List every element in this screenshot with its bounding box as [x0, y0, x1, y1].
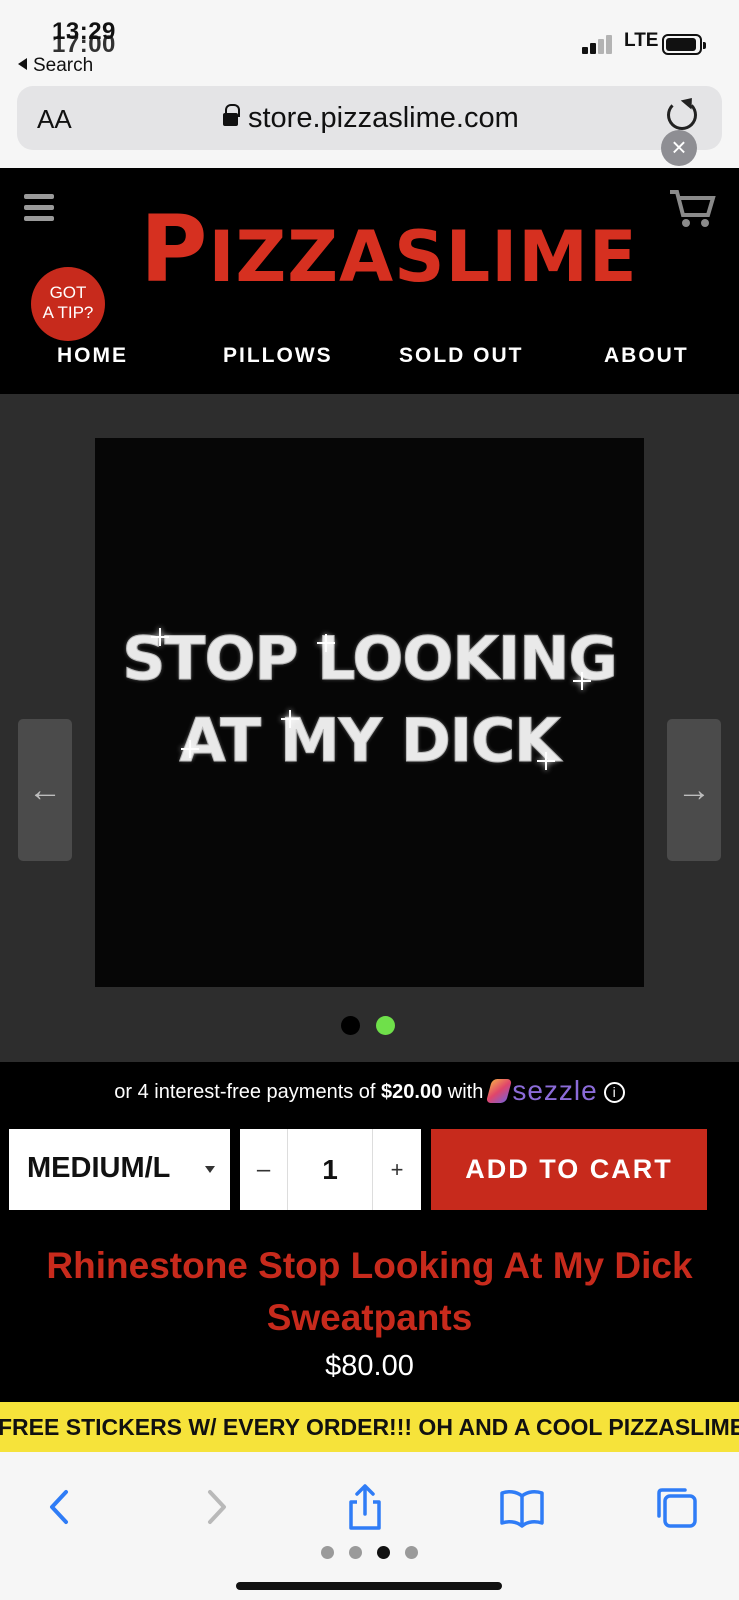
page-dot-active — [377, 1546, 390, 1559]
battery-icon — [662, 34, 706, 55]
quantity-increase-button[interactable]: + — [372, 1129, 421, 1210]
lock-icon — [223, 104, 240, 127]
cart-icon[interactable] — [668, 188, 716, 230]
home-indicator[interactable] — [236, 1582, 502, 1590]
product-image-text-line2: AT MY DICK — [179, 706, 561, 777]
back-to-search-link[interactable]: Search — [18, 55, 93, 77]
forward-icon[interactable] — [190, 1482, 240, 1532]
quantity-input[interactable]: 1 — [288, 1129, 372, 1210]
size-selected-value: MEDIUM/L — [27, 1152, 171, 1184]
product-gallery: STOP LOOKING AT MY DICK ← → — [0, 394, 739, 1062]
info-icon[interactable]: i — [603, 1082, 625, 1103]
network-type: LTE — [624, 30, 659, 51]
main-nav: HOME PILLOWS SOLD OUT ABOUT — [0, 344, 739, 380]
page-dot — [349, 1546, 362, 1559]
quantity-stepper: – 1 + — [240, 1129, 421, 1210]
share-icon[interactable] — [340, 1482, 390, 1532]
product-price: $80.00 — [325, 1350, 414, 1382]
url-text: store.pizzaslime.com — [248, 102, 519, 134]
tip-badge-line1: GOT — [49, 283, 87, 302]
add-to-cart-button[interactable]: ADD TO CART — [431, 1129, 707, 1210]
back-triangle-icon — [18, 58, 27, 70]
site-logo[interactable]: PIZZASLIME — [140, 204, 640, 298]
product-image-text-line1: STOP LOOKING — [122, 624, 618, 695]
back-icon[interactable] — [36, 1482, 86, 1532]
product-title-line1: Rhinestone Stop Looking At My Dick — [46, 1245, 693, 1286]
sparkle-icon — [281, 710, 299, 728]
gallery-prev-button[interactable]: ← — [18, 719, 72, 861]
promo-banner-text: FREE STICKERS W/ EVERY ORDER!!! OH AND A… — [0, 1414, 739, 1440]
text-size-button[interactable]: AA — [37, 104, 72, 135]
sezzle-installments: or 4 interest-free payments of $20.00 wi… — [0, 1075, 739, 1107]
sparkle-icon — [537, 752, 555, 770]
tabs-icon[interactable] — [651, 1482, 701, 1532]
sparkle-icon — [181, 740, 199, 758]
reload-icon[interactable] — [667, 100, 697, 130]
cellular-signal-icon — [582, 34, 616, 54]
menu-icon[interactable] — [24, 194, 54, 222]
nav-pillows[interactable]: PILLOWS — [223, 344, 333, 368]
nav-sold-out[interactable]: SOLD OUT — [399, 344, 524, 368]
close-icon[interactable]: × — [661, 130, 697, 166]
sparkle-icon — [151, 628, 169, 646]
got-a-tip-badge[interactable]: GOT A TIP? — [31, 267, 105, 341]
address-bar[interactable]: AA store.pizzaslime.com — [17, 86, 722, 150]
back-to-search-label: Search — [33, 55, 94, 76]
address-bar-area: AA store.pizzaslime.com — [0, 82, 739, 168]
installments-prefix: or 4 interest-free payments of — [114, 1081, 376, 1103]
installment-amount: $20.00 — [381, 1081, 443, 1103]
sparkle-icon — [317, 634, 335, 652]
url-field[interactable]: store.pizzaslime.com — [223, 102, 519, 135]
product-title: Rhinestone Stop Looking At My Dick Sweat… — [0, 1240, 739, 1344]
quantity-decrease-button[interactable]: – — [240, 1129, 288, 1210]
installments-with: with — [447, 1081, 484, 1103]
product-title-line2: Sweatpants — [266, 1297, 473, 1338]
product-image[interactable]: STOP LOOKING AT MY DICK — [95, 438, 644, 987]
gallery-dots — [0, 1016, 739, 1036]
gallery-next-button[interactable]: → — [667, 719, 721, 861]
page-dot — [321, 1546, 334, 1559]
page-dot — [405, 1546, 418, 1559]
page-indicator — [0, 1546, 739, 1560]
sezzle-logo-text[interactable]: sezzle — [512, 1075, 597, 1106]
size-select[interactable]: MEDIUM/L — [9, 1129, 230, 1210]
bookmarks-icon[interactable] — [497, 1482, 547, 1532]
gallery-dot-1[interactable] — [341, 1016, 360, 1035]
sezzle-logo-icon — [486, 1079, 513, 1103]
sparkle-icon — [573, 672, 591, 690]
gallery-dot-2[interactable] — [376, 1016, 395, 1035]
nav-home[interactable]: HOME — [57, 344, 128, 368]
caret-down-icon — [205, 1166, 215, 1173]
promo-banner: FREE STICKERS W/ EVERY ORDER!!! OH AND A… — [0, 1402, 739, 1452]
nav-about[interactable]: ABOUT — [604, 344, 689, 368]
status-bar: 13:29 17:00 Search LTE — [0, 0, 739, 82]
site-header: PIZZASLIME GOT A TIP? HOME PILLOWS SOLD … — [0, 168, 739, 394]
browser-toolbar — [0, 1452, 739, 1600]
tip-badge-line2: A TIP? — [42, 303, 94, 322]
